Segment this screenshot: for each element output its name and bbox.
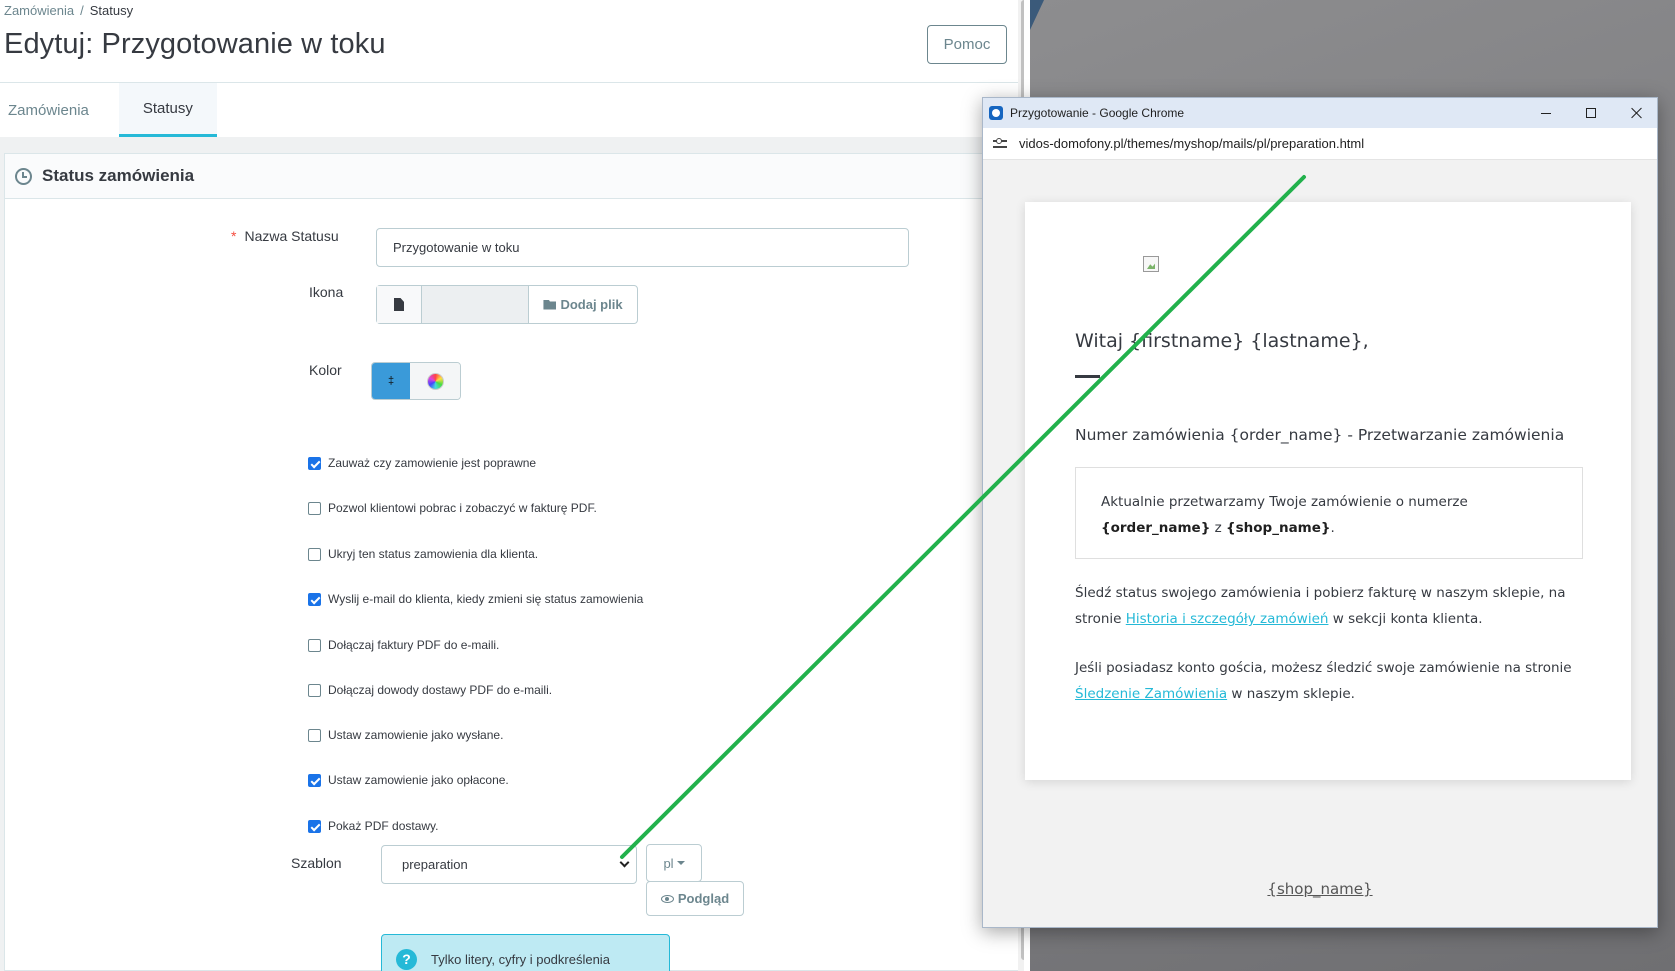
help-circle-icon: ?	[396, 948, 417, 970]
checkbox[interactable]	[308, 547, 321, 561]
template-select[interactable]: preparation	[381, 845, 637, 884]
checkbox[interactable]	[308, 773, 321, 787]
checkbox-row[interactable]: Wyslij e-mail do klienta, kiedy zmieni s…	[308, 592, 643, 606]
checkbox-row[interactable]: Zauważ czy zamowienie jest poprawne	[308, 456, 536, 470]
clock-icon	[15, 167, 32, 185]
document-icon	[394, 298, 404, 311]
checkbox[interactable]	[308, 592, 321, 606]
preview-button[interactable]: Podgląd	[646, 881, 744, 916]
checkbox-row[interactable]: Ukryj ten status zamowienia dla klienta.	[308, 547, 538, 561]
breadcrumb-separator: /	[80, 3, 84, 18]
folder-open-icon	[543, 299, 557, 310]
address-bar[interactable]: vidos-domofony.pl/themes/myshop/mails/pl…	[983, 128, 1657, 160]
order-name-placeholder: {order_name}	[1101, 520, 1211, 536]
shop-name-placeholder: {shop_name}	[1226, 520, 1331, 536]
language-value: pl	[663, 855, 674, 871]
order-heading: Numer zamówienia {order_name} - Przetwar…	[1075, 426, 1565, 444]
email-card: Witaj {firstname} {lastname}, Numer zamó…	[1025, 202, 1631, 780]
order-tracking-link[interactable]: Śledzenie Zamówienia	[1075, 686, 1227, 702]
breadcrumb: Zamówienia / Statusy	[4, 3, 133, 18]
checkbox[interactable]	[308, 638, 321, 652]
checkbox[interactable]	[308, 501, 321, 515]
tab-orders[interactable]: Zamówienia	[0, 83, 113, 137]
order-box-z: z	[1214, 520, 1222, 536]
file-icon-wrapper	[377, 286, 422, 323]
tracking-paragraph: Śledź status swojego zamówienia i pobier…	[1075, 585, 1566, 627]
checkbox-label: Ukryj ten status zamowienia dla klienta.	[328, 547, 539, 561]
close-icon	[1630, 107, 1642, 119]
minimize-icon	[1541, 112, 1551, 114]
template-value: preparation	[402, 857, 468, 872]
status-name-input[interactable]: Przygotowanie w toku	[376, 228, 909, 267]
chevron-down-icon	[619, 857, 630, 868]
email-footer-shop-name[interactable]: {shop_name}	[983, 880, 1657, 898]
color-wheel-icon	[426, 372, 444, 390]
icon-label: Ikona	[309, 284, 344, 300]
checkbox-label: Zauważ czy zamowienie jest poprawne	[328, 456, 537, 470]
color-label: Kolor	[309, 362, 342, 378]
color-picker: ‡	[371, 362, 461, 400]
checkbox-label: Pozwol klientowi pobrac i zobaczyć w fak…	[328, 501, 597, 515]
checkbox[interactable]	[308, 728, 321, 742]
email-greeting: Witaj {firstname} {lastname},	[1075, 330, 1369, 352]
order-info-box: Aktualnie przetwarzamy Twoje zamówienie …	[1075, 467, 1583, 559]
checkbox-label: Ustaw zamowienie jako opłacone.	[328, 773, 509, 787]
admin-page: Zamówienia / Statusy Edytuj: Przygotowanie…	[0, 0, 1024, 971]
greeting-underline	[1075, 375, 1100, 378]
checkbox[interactable]	[308, 819, 321, 833]
checkbox[interactable]	[308, 683, 321, 697]
checkbox-label: Dołączaj dowody dostawy PDF do e-maili.	[328, 683, 553, 697]
checkbox-row[interactable]: Dołączaj dowody dostawy PDF do e-maili.	[308, 683, 552, 697]
site-settings-icon[interactable]	[993, 137, 1007, 150]
help-button[interactable]: Pomoc	[927, 25, 1007, 64]
card-header: Status zamówienia	[5, 154, 1023, 199]
add-file-button[interactable]: Dodaj plik	[529, 286, 637, 323]
url-text[interactable]: vidos-domofony.pl/themes/myshop/mails/pl…	[1019, 136, 1364, 151]
info-text: Tylko litery, cyfry i podkreślenia	[431, 951, 610, 967]
required-asterisk: *	[231, 228, 237, 244]
checkbox-row[interactable]: Ustaw zamowienie jako wysłane.	[308, 728, 503, 742]
checkbox[interactable]	[308, 456, 321, 470]
color-swatch[interactable]: ‡	[372, 363, 410, 399]
maximize-button[interactable]	[1568, 98, 1614, 128]
breadcrumb-parent[interactable]: Zamówienia	[4, 3, 74, 18]
order-box-dot: .	[1330, 520, 1335, 536]
window-title: Przygotowanie - Google Chrome	[1010, 106, 1185, 120]
close-button[interactable]	[1613, 98, 1659, 128]
guest-paragraph: Jeśli posiadasz konto gościa, możesz śle…	[1075, 660, 1572, 702]
name-label: * Nazwa Statusu	[231, 228, 339, 244]
broken-image-icon	[1143, 256, 1159, 272]
icon-file-upload: Dodaj plik	[376, 285, 638, 324]
card-title: Status zamówienia	[42, 166, 195, 185]
order-history-link[interactable]: Historia i szczegóły zamówień	[1126, 611, 1329, 627]
maximize-icon	[1586, 108, 1596, 118]
color-picker-button[interactable]	[410, 363, 460, 399]
checkbox-label: Ustaw zamowienie jako wysłane.	[328, 728, 504, 742]
checkbox-label: Wyslij e-mail do klienta, kiedy zmieni s…	[328, 592, 644, 606]
checkbox-row[interactable]: Pokaż PDF dostawy.	[308, 819, 438, 833]
tab-statuses[interactable]: Statusy	[118, 83, 217, 137]
checkbox-row[interactable]: Ustaw zamowienie jako opłacone.	[308, 773, 509, 787]
checkbox-label: Dołączaj faktury PDF do e-maili.	[328, 638, 500, 652]
breadcrumb-current: Statusy	[89, 3, 134, 18]
page-title: Edytuj: Przygotowanie w toku	[4, 28, 386, 60]
file-name-field[interactable]	[422, 286, 529, 323]
chrome-popup-window: Przygotowanie - Google Chrome vidos-domo…	[982, 97, 1658, 928]
language-dropdown[interactable]: pl	[646, 844, 702, 882]
template-label: Szablon	[291, 855, 342, 871]
order-box-text: Aktualnie przetwarzamy Twoje zamówienie …	[1101, 494, 1468, 510]
eye-icon	[660, 894, 674, 903]
window-titlebar[interactable]: Przygotowanie - Google Chrome	[983, 98, 1657, 128]
checkbox-row[interactable]: Dołączaj faktury PDF do e-maili.	[308, 638, 499, 652]
minimize-button[interactable]	[1523, 98, 1569, 128]
info-alert: ? Tylko litery, cyfry i podkreślenia	[381, 934, 670, 971]
caret-down-icon	[676, 861, 685, 865]
chrome-app-icon	[989, 106, 1003, 120]
checkbox-row[interactable]: Pozwol klientowi pobrac i zobaczyć w fak…	[308, 501, 597, 515]
tab-bar: Zamówienia Statusy	[0, 83, 217, 137]
email-preview-body: Witaj {firstname} {lastname}, Numer zamó…	[983, 160, 1657, 927]
checkbox-label: Pokaż PDF dostawy.	[328, 819, 439, 833]
